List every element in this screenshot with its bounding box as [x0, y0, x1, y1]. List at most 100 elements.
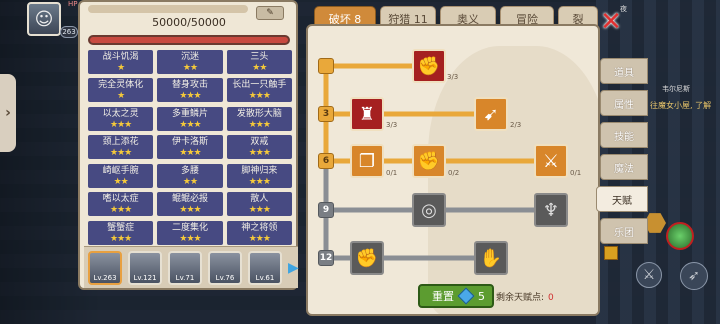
buff-stars: ★★★	[248, 148, 271, 159]
buff-stars: ★★	[182, 63, 198, 73]
buff-name: 蟹蟹症	[107, 222, 135, 233]
team-member-level: Lv.71	[175, 274, 195, 282]
buff-panel: ✎ 50000/50000 战斗饥渴 ★ 沉迷 ★★ 三头 ★★ 完全灵体化 ★ 替身攻击 ★★★…	[78, 0, 299, 290]
team-member-level: Lv.121	[133, 274, 157, 282]
team-member-portrait[interactable]: Lv.71	[168, 251, 202, 285]
buff-name: 神之将领	[241, 222, 278, 233]
ring-icon[interactable]: ◎	[412, 193, 446, 227]
buff-stars: ★★★	[248, 233, 271, 244]
buff-name: 多腰	[180, 165, 199, 176]
buff-item[interactable]: 颈上添花 ★★★	[88, 135, 154, 160]
team-member-portrait[interactable]: Lv.76	[208, 251, 242, 285]
buff-item[interactable]: 多重鳞片 ★★★	[157, 106, 223, 131]
team-member-level: Lv.76	[215, 274, 235, 282]
buff-name: 完全灵体化	[98, 80, 144, 91]
chest-icon	[604, 246, 618, 260]
buff-stars: ★★★	[179, 91, 201, 102]
sword-slash-icon[interactable]: ⚔	[534, 144, 568, 178]
buff-grid: 战斗饥渴 ★ 沉迷 ★★ 三头 ★★ 完全灵体化 ★ 替身攻击 ★★★ 长出一只触手 ★★★ 以太之灵 ★…	[88, 50, 292, 246]
claw-icon[interactable]: ♆	[534, 193, 568, 227]
reset-button[interactable]: 重置 5	[418, 284, 494, 308]
buff-item[interactable]: 二度集化 ★★★	[157, 220, 223, 245]
node-count: 3/3	[386, 121, 398, 129]
category-tab[interactable]: 技能	[600, 122, 648, 148]
team-member-level: Lv.61	[255, 274, 275, 282]
buff-item[interactable]: 神之将领 ★★★	[226, 220, 292, 245]
team-next-arrow[interactable]: ▶	[288, 260, 299, 276]
category-tab[interactable]: 乐团	[600, 218, 648, 244]
node-count: 3/3	[447, 73, 459, 81]
buff-item[interactable]: 替身攻击 ★★★	[157, 78, 223, 103]
buff-item[interactable]: 嗜以太症 ★★★	[88, 192, 154, 217]
tree-level-node: 3	[318, 106, 334, 122]
close-button[interactable]: ✕	[596, 8, 626, 36]
team-member-level: Lv.263	[93, 274, 117, 282]
panel-top-deco	[88, 5, 248, 13]
buff-item[interactable]: 崎岖手腕 ★★	[88, 163, 154, 188]
category-tab[interactable]: 天赋	[596, 186, 648, 212]
team-member-portrait[interactable]: Lv.121	[128, 251, 162, 285]
bow-skill-button[interactable]: ➶	[680, 262, 708, 290]
buff-name: 沉迷	[180, 52, 199, 62]
remaining-points: 剩余天赋点: 0	[496, 290, 554, 303]
attack-sword-button[interactable]: ⚔	[636, 262, 662, 288]
buff-name: 二度集化	[171, 222, 208, 233]
buff-stars: ★★★	[110, 119, 132, 130]
buff-item[interactable]: 战斗饥渴 ★	[88, 50, 154, 74]
buff-item[interactable]: 完全灵体化 ★	[88, 78, 154, 103]
hero-level-badge: 263	[60, 26, 78, 38]
remaining-label: 剩余天赋点:	[496, 293, 545, 303]
buff-item[interactable]: 多腰 ★★	[157, 163, 223, 188]
buff-stars: ★★★	[179, 205, 201, 216]
buff-name: 嗜以太症	[102, 194, 139, 205]
buff-item[interactable]: 伊卡洛斯 ★★★	[157, 135, 223, 160]
node-count: 2/3	[510, 121, 522, 129]
buff-item[interactable]: 以太之灵 ★★★	[88, 106, 154, 131]
buff-stars: ★★	[182, 176, 198, 187]
fist-icon[interactable]: ✊	[412, 144, 446, 178]
team-member-portrait[interactable]: Lv.61	[248, 251, 282, 285]
skill-orb-icon[interactable]	[666, 222, 694, 250]
node-count: 0/2	[448, 169, 460, 177]
buff-name: 颈上添花	[102, 137, 139, 148]
buff-name: 战斗饥渴	[102, 52, 139, 62]
team-member-portrait[interactable]: Lv.263	[88, 251, 122, 285]
buff-stars: ★★	[252, 63, 267, 73]
hero-avatar[interactable]: ☺	[27, 2, 61, 36]
buff-name: 崎岖手腕	[102, 165, 139, 176]
tree-level-node: 6	[318, 153, 334, 169]
buff-stars: ★★★	[179, 148, 201, 159]
buff-item[interactable]: 长出一只触手 ★★★	[226, 78, 292, 103]
buff-item[interactable]: 散人 ★★★	[226, 192, 292, 217]
buff-item[interactable]: 沉迷 ★★	[157, 50, 223, 74]
tree-root-node	[318, 58, 334, 74]
raised-fist-icon[interactable]: ✊	[350, 241, 384, 275]
buff-item[interactable]: 蟹蟹症 ★★★	[88, 220, 154, 245]
buff-item[interactable]: 双戒 ★★★	[226, 135, 292, 160]
remaining-value: 0	[548, 293, 554, 303]
handshake-icon[interactable]: ✊	[412, 49, 446, 83]
buff-item[interactable]: 脚神归来 ★★★	[226, 163, 292, 188]
category-tab[interactable]: 道具	[600, 58, 648, 84]
arrow-icon[interactable]: ➹	[474, 97, 508, 131]
scroll-icon[interactable]: ❐	[350, 144, 384, 178]
category-tab[interactable]: 魔法	[600, 154, 648, 180]
buff-name: 以太之灵	[102, 108, 139, 119]
buff-item[interactable]: 三头 ★★	[226, 50, 292, 74]
node-count: 0/1	[386, 169, 398, 177]
buff-stars: ★★★	[110, 233, 132, 244]
reset-label: 重置	[432, 290, 454, 303]
buff-name: 伊卡洛斯	[171, 137, 208, 148]
buff-stars: ★★★	[248, 176, 271, 187]
chat-line: 往魔女小屋, 了解	[650, 101, 712, 110]
buff-item[interactable]: 鲲鲲必报 ★★★	[157, 192, 223, 217]
expand-side-button[interactable]: ›	[0, 74, 16, 152]
buff-item[interactable]: 发散形大脑 ★★★	[226, 106, 292, 131]
muscle-body-icon[interactable]: ♜	[350, 97, 384, 131]
category-tab[interactable]: 属性	[600, 90, 648, 116]
buff-name: 多重鳞片	[171, 108, 208, 119]
team-bar: Lv.263 Lv.121 Lv.71 Lv.76 Lv.61	[84, 246, 298, 288]
buff-name: 脚神归来	[241, 165, 278, 176]
grab-hand-icon[interactable]: ✋	[474, 241, 508, 275]
buff-stars: ★★★	[248, 91, 271, 102]
